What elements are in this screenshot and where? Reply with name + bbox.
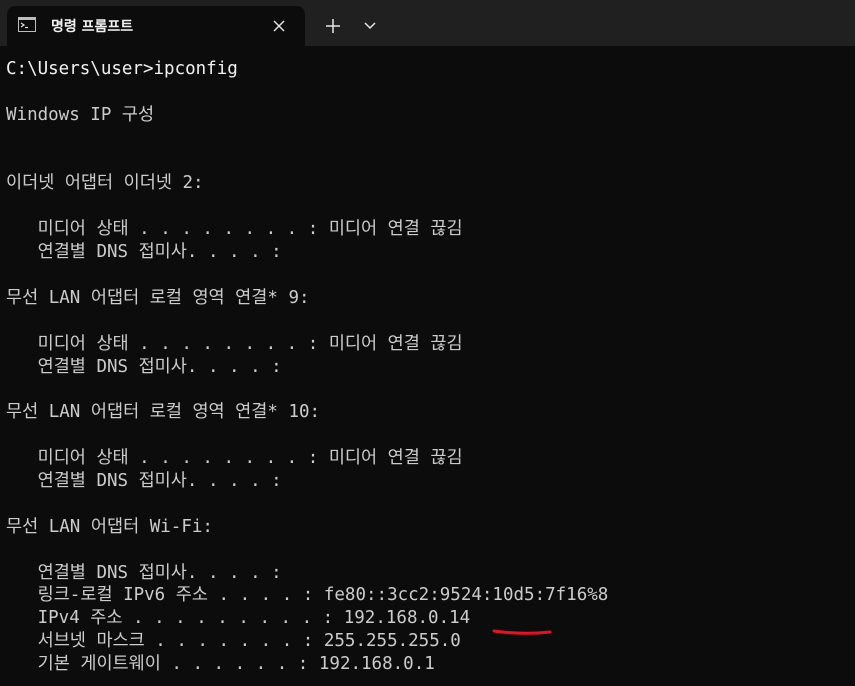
- output-line: 미디어 상태 . . . . . . . . : 미디어 연결 끊김: [6, 448, 463, 469]
- command-line: C:\Users\user>ipconfig: [6, 59, 238, 79]
- output-line: 연결별 DNS 접미사. . . . :: [6, 562, 282, 583]
- adapter-heading: 무선 LAN 어댑터 로컬 영역 연결* 10:: [6, 402, 321, 423]
- output-line: 연결별 DNS 접미사. . . . :: [6, 471, 282, 492]
- chevron-down-icon[interactable]: [360, 17, 380, 35]
- tab-title: 명령 프롬프트: [51, 19, 134, 35]
- output-line: 미디어 상태 . . . . . . . . : 미디어 연결 끊김: [6, 219, 463, 240]
- output-line: [6, 378, 608, 401]
- output-line: [6, 493, 608, 516]
- adapter-heading: 무선 LAN 어댑터 로컬 영역 연결* 9:: [6, 287, 310, 308]
- output-line: 연결별 DNS 접미사. . . . :: [6, 242, 282, 263]
- adapter-heading: 무선 LAN 어댑터 Wi-Fi:: [6, 516, 213, 537]
- terminal-output[interactable]: C:\Users\user>ipconfig Windows IP 구성 이더넷…: [0, 46, 855, 686]
- output-line: [6, 81, 608, 104]
- tab-command-prompt[interactable]: 명령 프롬프트: [7, 6, 305, 46]
- ipv6-address-line: 링크-로컬 IPv6 주소 . . . . : fe80::3cc2:9524:…: [6, 585, 609, 606]
- output-line: 연결별 DNS 접미사. . . . :: [6, 356, 282, 377]
- output-line: [6, 424, 608, 447]
- output-line: [6, 539, 608, 562]
- terminal-window: 명령 프롬프트 C:\Users\user>ipconfig Windows I…: [0, 0, 855, 686]
- red-underline-annotation: [492, 629, 552, 635]
- output-lines: C:\Users\user>ipconfig Windows IP 구성 이더넷…: [6, 58, 608, 676]
- output-line: [6, 150, 608, 173]
- output-line: [6, 310, 608, 333]
- close-icon[interactable]: [269, 16, 289, 36]
- command-prompt-icon: [18, 17, 36, 32]
- adapter-heading: 이더넷 어댑터 이더넷 2:: [6, 173, 204, 194]
- ipv4-address-line: IPv4 주소 . . . . . . . . . : 192.168.0.14: [6, 608, 471, 629]
- new-tab-plus-icon[interactable]: [322, 15, 344, 37]
- default-gateway-line: 기본 게이트웨이 . . . . . . : 192.168.0.1: [6, 654, 435, 675]
- title-bar: 명령 프롬프트: [0, 0, 855, 46]
- output-line: Windows IP 구성: [6, 104, 155, 125]
- output-line: [6, 127, 608, 150]
- output-line: [6, 264, 608, 287]
- output-line: 미디어 상태 . . . . . . . . : 미디어 연결 끊김: [6, 333, 463, 354]
- output-line: [6, 195, 608, 218]
